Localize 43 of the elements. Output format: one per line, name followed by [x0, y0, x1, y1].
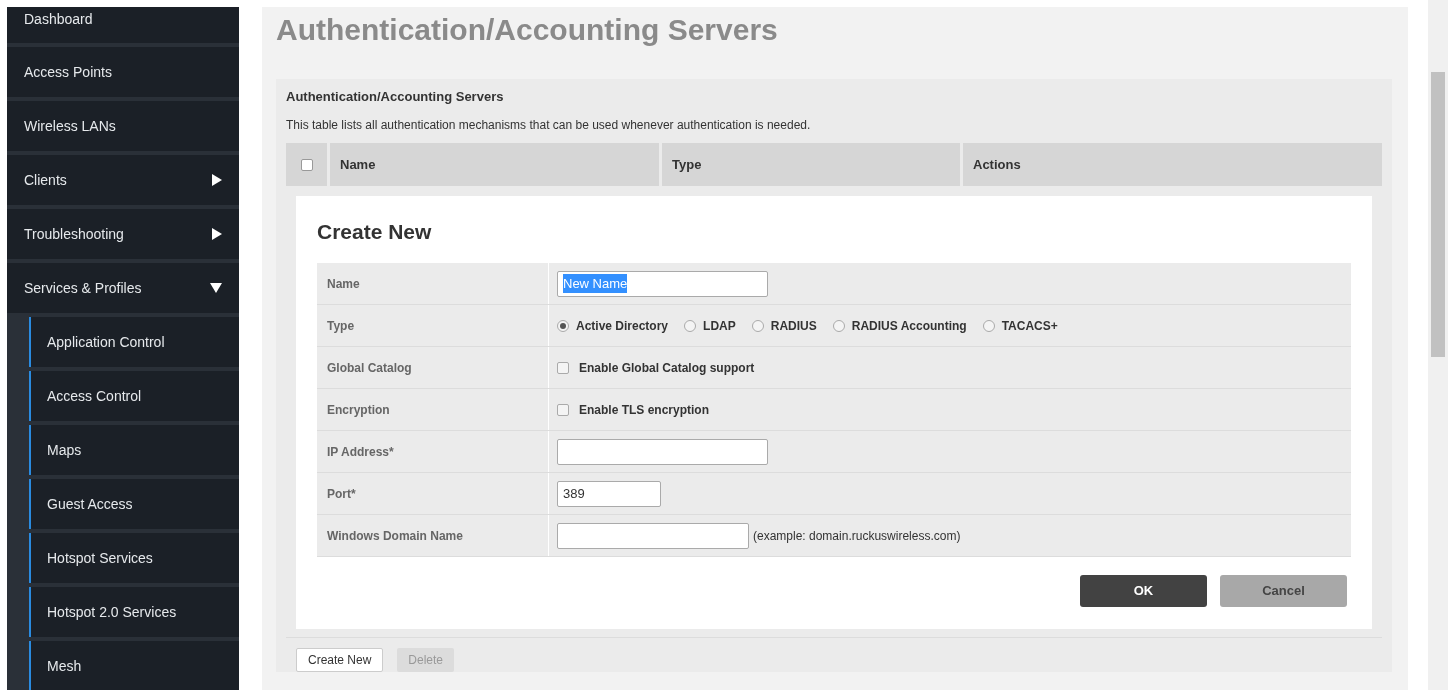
page-title: Authentication/Accounting Servers	[276, 12, 779, 48]
column-header: Actions	[963, 143, 1382, 186]
create-new-button[interactable]: Create New	[296, 648, 384, 672]
sidebar-subitem[interactable]: Hotspot 2.0 Services	[29, 587, 239, 637]
sidebar-item[interactable]: Wireless LANs	[7, 101, 239, 151]
sidebar-subitem[interactable]: Hotspot Services	[29, 533, 239, 583]
ok-button[interactable]: OK	[1080, 575, 1207, 607]
radio-option[interactable]: RADIUS Accounting	[832, 316, 967, 335]
sidebar-item[interactable]: Services & Profiles	[7, 263, 239, 313]
sidebar-subitem[interactable]: Access Control	[29, 371, 239, 421]
cancel-button[interactable]: Cancel	[1220, 575, 1347, 607]
radio-option[interactable]: LDAP	[684, 316, 736, 335]
sidebar-subitem[interactable]: Maps	[29, 425, 239, 475]
field-label: Type	[317, 305, 549, 346]
sidebar-item[interactable]: Troubleshooting	[7, 209, 239, 259]
radio-option[interactable]: RADIUS	[751, 316, 817, 335]
field-label: Port*	[317, 473, 549, 514]
panel-title: Authentication/Accounting Servers	[286, 88, 505, 106]
sidebar-item[interactable]: Dashboard	[7, 7, 239, 43]
sidebar-item[interactable]: Clients	[7, 155, 239, 205]
column-header: Name	[330, 143, 659, 186]
text-field[interactable]: 389	[557, 480, 661, 507]
select-all-checkbox[interactable]	[300, 158, 313, 171]
dialog-title: Create New	[317, 219, 433, 245]
text-field[interactable]	[557, 522, 749, 549]
scrollbar[interactable]	[1428, 0, 1448, 690]
checkbox-option[interactable]: Enable Global Catalog support	[557, 358, 755, 377]
field-label: IP Address*	[317, 431, 549, 472]
field-hint: (example: domain.ruckuswireless.com)	[753, 527, 961, 545]
sidebar-subitem[interactable]: Guest Access	[29, 479, 239, 529]
field-label: Encryption	[317, 389, 549, 430]
sidebar-subitem[interactable]: Mesh	[29, 641, 239, 690]
field-label: Name	[317, 263, 549, 304]
text-field[interactable]	[557, 438, 768, 465]
sidebar-subitem[interactable]: Application Control	[29, 317, 239, 367]
column-header: Type	[662, 143, 960, 186]
radio-option[interactable]: TACACS+	[982, 316, 1058, 335]
checkbox-option[interactable]: Enable TLS encryption	[557, 400, 710, 419]
sidebar-item[interactable]: Access Points	[7, 47, 239, 97]
radio-option[interactable]: Active Directory	[557, 316, 669, 335]
field-label: Windows Domain Name	[317, 515, 549, 556]
field-label: Global Catalog	[317, 347, 549, 388]
panel-description: This table lists all authentication mechanisms that can be used whenever authentication is needed.	[286, 117, 812, 134]
